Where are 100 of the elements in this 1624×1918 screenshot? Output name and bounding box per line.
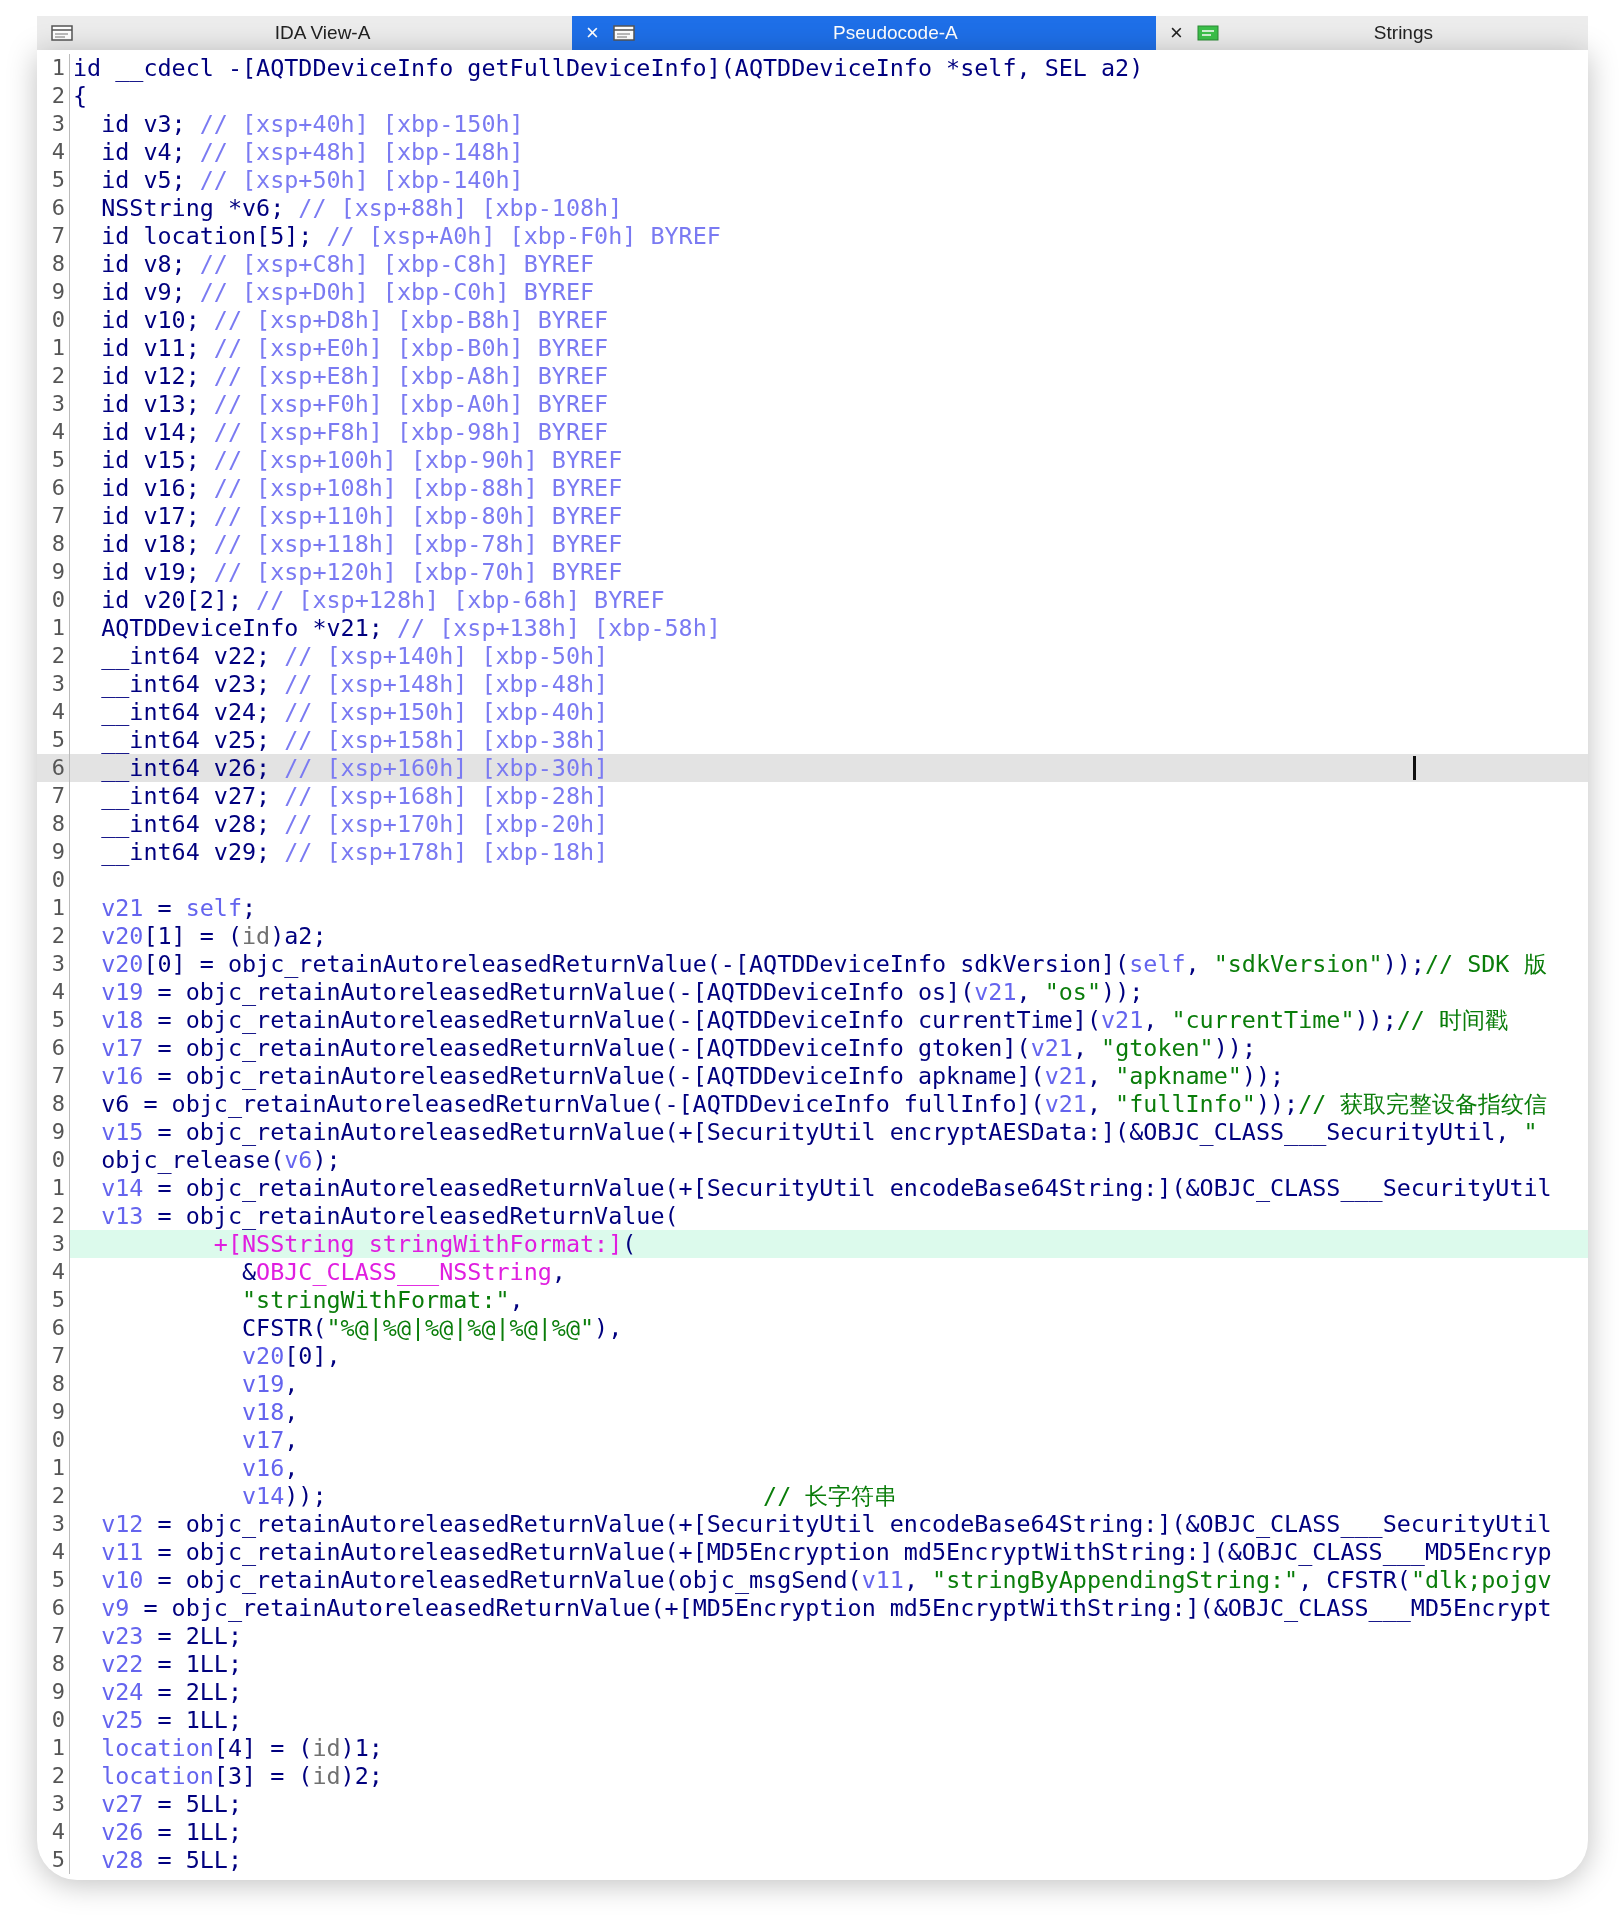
line-number: 4: [37, 1538, 70, 1566]
line-number: 1: [37, 1454, 70, 1482]
code-line[interactable]: v17,: [73, 1426, 299, 1454]
code-line[interactable]: v16 = objc_retainAutoreleasedReturnValue(-[AQTDDeviceInfo apkname](v21, "apkname"));: [73, 1062, 1285, 1090]
code-line[interactable]: __int64 v24; // [xsp+150h] [xbp-40h]: [73, 698, 609, 726]
code-line[interactable]: __int64 v25; // [xsp+158h] [xbp-38h]: [73, 726, 609, 754]
code-line[interactable]: id v4; // [xsp+48h] [xbp-148h]: [73, 138, 524, 166]
code-line[interactable]: id v20[2]; // [xsp+128h] [xbp-68h] BYREF: [73, 586, 665, 614]
line-number: 8: [37, 250, 70, 278]
close-icon[interactable]: ×: [1170, 20, 1183, 46]
line-number: 7: [37, 222, 70, 250]
code-line[interactable]: &OBJC_CLASS___NSString,: [73, 1258, 566, 1286]
code-line[interactable]: v27 = 5LL;: [73, 1790, 242, 1818]
code-line[interactable]: id v12; // [xsp+E8h] [xbp-A8h] BYREF: [73, 362, 609, 390]
code-line[interactable]: __int64 v29; // [xsp+178h] [xbp-18h]: [73, 838, 609, 866]
code-line[interactable]: v19 = objc_retainAutoreleasedReturnValue(-[AQTDDeviceInfo os](v21, "os"));: [73, 978, 1144, 1006]
code-line[interactable]: id location[5]; // [xsp+A0h] [xbp-F0h] BYREF: [73, 222, 721, 250]
line-number: 2: [37, 642, 70, 670]
code-line[interactable]: id v5; // [xsp+50h] [xbp-140h]: [73, 166, 524, 194]
code-line[interactable]: {: [73, 82, 88, 110]
line-number: 6: [37, 1594, 70, 1622]
code-line[interactable]: v20[0],: [73, 1342, 341, 1370]
code-line[interactable]: v16,: [73, 1454, 299, 1482]
code-line[interactable]: v20[1] = (id)a2;: [73, 922, 327, 950]
code-line[interactable]: id v11; // [xsp+E0h] [xbp-B0h] BYREF: [73, 334, 609, 362]
line-number: 8: [37, 1370, 70, 1398]
code-line[interactable]: id v17; // [xsp+110h] [xbp-80h] BYREF: [73, 502, 623, 530]
line-number: 4: [37, 978, 70, 1006]
code-line[interactable]: id v10; // [xsp+D8h] [xbp-B8h] BYREF: [73, 306, 609, 334]
code-line[interactable]: v24 = 2LL;: [73, 1678, 242, 1706]
code-line[interactable]: NSString *v6; // [xsp+88h] [xbp-108h]: [73, 194, 623, 222]
line-number: 6: [37, 754, 70, 782]
line-number: 3: [37, 950, 70, 978]
code-line[interactable]: v18 = objc_retainAutoreleasedReturnValue(-[AQTDDeviceInfo currentTime](v21, "currentTime"));// 时间戳: [73, 1006, 1509, 1034]
code-line[interactable]: __int64 v26; // [xsp+160h] [xbp-30h]: [73, 754, 609, 782]
code-line[interactable]: v12 = objc_retainAutoreleasedReturnValue(+[SecurityUtil encodeBase64String:](&OBJC_CLASS___SecurityUtil: [73, 1510, 1552, 1538]
code-line[interactable]: id v18; // [xsp+118h] [xbp-78h] BYREF: [73, 530, 623, 558]
code-line[interactable]: __int64 v28; // [xsp+170h] [xbp-20h]: [73, 810, 609, 838]
line-number: 9: [37, 278, 70, 306]
line-number: 2: [37, 362, 70, 390]
line-number: 7: [37, 1622, 70, 1650]
code-line[interactable]: CFSTR("%@|%@|%@|%@|%@|%@"),: [73, 1314, 623, 1342]
code-line[interactable]: v14)); // 长字符串: [73, 1482, 898, 1510]
code-line[interactable]: v25 = 1LL;: [73, 1706, 242, 1734]
line-number: 6: [37, 474, 70, 502]
code-line[interactable]: v28 = 5LL;: [73, 1846, 242, 1874]
code-line[interactable]: v23 = 2LL;: [73, 1622, 242, 1650]
code-line[interactable]: AQTDDeviceInfo *v21; // [xsp+138h] [xbp-58h]: [73, 614, 721, 642]
code-line[interactable]: v20[0] = objc_retainAutoreleasedReturnValue(-[AQTDDeviceInfo sdkVersion](self, "sdkVersion"));// SDK 版: [73, 950, 1547, 978]
line-number: 5: [37, 1846, 70, 1874]
code-line[interactable]: v9 = objc_retainAutoreleasedReturnValue(+[MD5Encryption md5EncryptWithString:](&OBJC_CLASS___MD5Encrypt: [73, 1594, 1552, 1622]
line-number: 1: [37, 334, 70, 362]
code-line[interactable]: id v9; // [xsp+D0h] [xbp-C0h] BYREF: [73, 278, 595, 306]
code-line[interactable]: objc_release(v6);: [73, 1146, 341, 1174]
code-line[interactable]: __int64 v23; // [xsp+148h] [xbp-48h]: [73, 670, 609, 698]
line-number: 3: [37, 1790, 70, 1818]
line-number: 9: [37, 1118, 70, 1146]
line-number: 7: [37, 1062, 70, 1090]
tab[interactable]: IDA View-A: [37, 16, 572, 50]
code-line[interactable]: v10 = objc_retainAutoreleasedReturnValue(objc_msgSend(v11, "stringByAppendingString:", CFSTR("dlk;pojgv: [73, 1566, 1552, 1594]
code-line[interactable]: v15 = objc_retainAutoreleasedReturnValue(+[SecurityUtil encryptAESData:](&OBJC_CLASS___SecurityUtil, ": [73, 1118, 1538, 1146]
line-number: 4: [37, 1258, 70, 1286]
code-line[interactable]: id v16; // [xsp+108h] [xbp-88h] BYREF: [73, 474, 623, 502]
code-line[interactable]: "stringWithFormat:",: [73, 1286, 524, 1314]
code-line[interactable]: location[3] = (id)2;: [73, 1762, 383, 1790]
code-line[interactable]: v13 = objc_retainAutoreleasedReturnValue(: [73, 1202, 679, 1230]
code-line[interactable]: location[4] = (id)1;: [73, 1734, 383, 1762]
line-number: 5: [37, 1286, 70, 1314]
line-number: 8: [37, 530, 70, 558]
code-line[interactable]: id v19; // [xsp+120h] [xbp-70h] BYREF: [73, 558, 623, 586]
code-line[interactable]: id v14; // [xsp+F8h] [xbp-98h] BYREF: [73, 418, 609, 446]
code-line[interactable]: v26 = 1LL;: [73, 1818, 242, 1846]
code-line[interactable]: id v13; // [xsp+F0h] [xbp-A0h] BYREF: [73, 390, 609, 418]
line-number: 8: [37, 1650, 70, 1678]
code-line[interactable]: id __cdecl -[AQTDDeviceInfo getFullDeviceInfo](AQTDDeviceInfo *self, SEL a2): [73, 54, 1144, 82]
code-line[interactable]: id v3; // [xsp+40h] [xbp-150h]: [73, 110, 524, 138]
line-number: 5: [37, 166, 70, 194]
tab[interactable]: × Strings: [1156, 16, 1588, 50]
code-line[interactable]: __int64 v22; // [xsp+140h] [xbp-50h]: [73, 642, 609, 670]
code-line[interactable]: v21 = self;: [73, 894, 257, 922]
code-line[interactable]: v11 = objc_retainAutoreleasedReturnValue(+[MD5Encryption md5EncryptWithString:](&OBJC_CLASS___MD5Encryp: [73, 1538, 1552, 1566]
code-line[interactable]: v17 = objc_retainAutoreleasedReturnValue(-[AQTDDeviceInfo gtoken](v21, "gtoken"));: [73, 1034, 1256, 1062]
line-number: 4: [37, 418, 70, 446]
line-number: 9: [37, 838, 70, 866]
code-line[interactable]: __int64 v27; // [xsp+168h] [xbp-28h]: [73, 782, 609, 810]
code-line[interactable]: v6 = objc_retainAutoreleasedReturnValue(-[AQTDDeviceInfo fullInfo](v21, "fullInfo"));// 获取完整设备指纹信: [73, 1090, 1548, 1118]
code-line[interactable]: v22 = 1LL;: [73, 1650, 242, 1678]
line-number: 6: [37, 194, 70, 222]
line-number: 5: [37, 1006, 70, 1034]
code-line[interactable]: v14 = objc_retainAutoreleasedReturnValue(+[SecurityUtil encodeBase64String:](&OBJC_CLASS___SecurityUtil: [73, 1174, 1552, 1202]
code-line[interactable]: id v8; // [xsp+C8h] [xbp-C8h] BYREF: [73, 250, 595, 278]
code-line[interactable]: id v15; // [xsp+100h] [xbp-90h] BYREF: [73, 446, 623, 474]
code-line[interactable]: v18,: [73, 1398, 299, 1426]
line-number: 1: [37, 54, 70, 82]
tab[interactable]: × Pseudocode-A: [572, 16, 1156, 50]
line-number: 0: [37, 1426, 70, 1454]
window-icon: [612, 25, 635, 41]
line-number: 0: [37, 866, 70, 894]
code-line[interactable]: v19,: [73, 1370, 299, 1398]
close-icon[interactable]: ×: [586, 20, 599, 46]
